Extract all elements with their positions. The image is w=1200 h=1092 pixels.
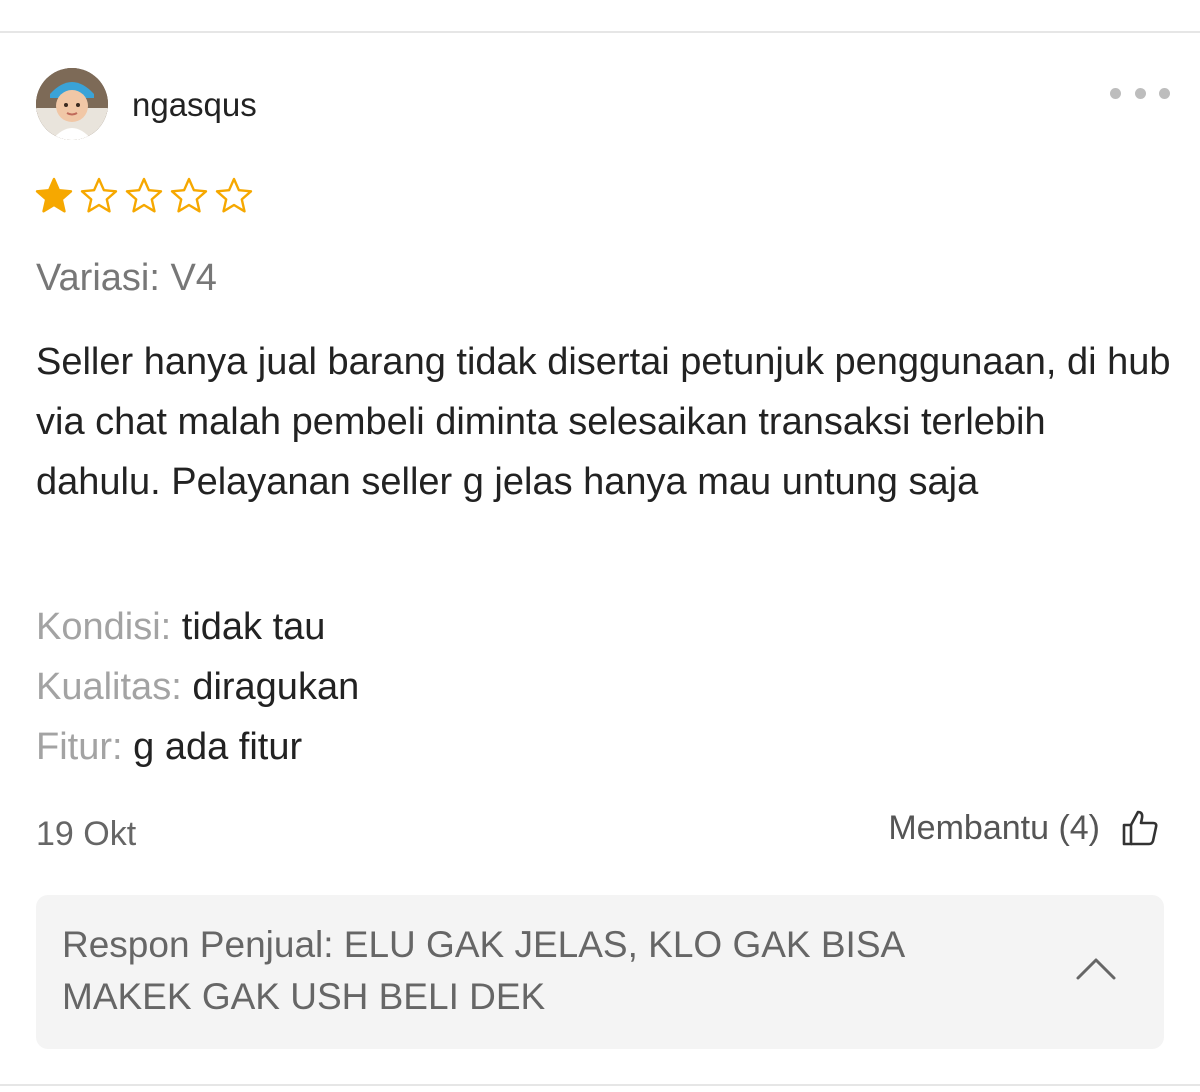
attribute-value: diragukan [192,666,360,708]
attribute-value: tidak tau [181,606,326,648]
attribute-label: Fitur: [36,726,123,768]
bottom-divider [0,1084,1200,1086]
more-dot [1159,87,1170,99]
more-horizontal-icon [1110,87,1121,99]
attribute-label: Kualitas: [36,666,182,708]
attribute-row: Fitur: g ada fitur [36,717,302,777]
thumbs-up-icon [1122,810,1158,846]
more-options-button[interactable] [1110,78,1170,108]
username[interactable]: ngasqus [132,86,257,124]
star-empty-icon [215,177,253,213]
helpful-button[interactable]: Membantu (4) [888,808,1160,848]
helpful-label: Membantu (4) [888,808,1100,847]
attribute-label: Kondisi: [36,606,172,648]
seller-response: Respon Penjual: ELU GAK JELAS, KLO GAK B… [36,895,1164,1049]
variant-label: Variasi: V4 [36,257,217,299]
review-date: 19 Okt [36,815,137,853]
star-empty-icon [170,177,208,213]
more-dot [1134,87,1146,99]
avatar[interactable] [36,68,108,140]
review-text: Seller hanya jual barang tidak disertai … [36,341,1171,503]
star-empty-icon [125,177,163,213]
star-rating [34,176,254,216]
chevron-up-icon[interactable] [1074,953,1118,983]
baby-photo-avatar-icon [36,68,108,140]
star-filled-icon [35,177,73,213]
star-empty-icon [80,177,118,213]
seller-response-text: Respon Penjual: ELU GAK JELAS, KLO GAK B… [62,924,904,1017]
attribute-value: g ada fitur [133,726,303,768]
attribute-row: Kualitas: diragukan [36,657,359,717]
attribute-row: Kondisi: tidak tau [36,597,325,657]
top-divider [0,31,1200,33]
